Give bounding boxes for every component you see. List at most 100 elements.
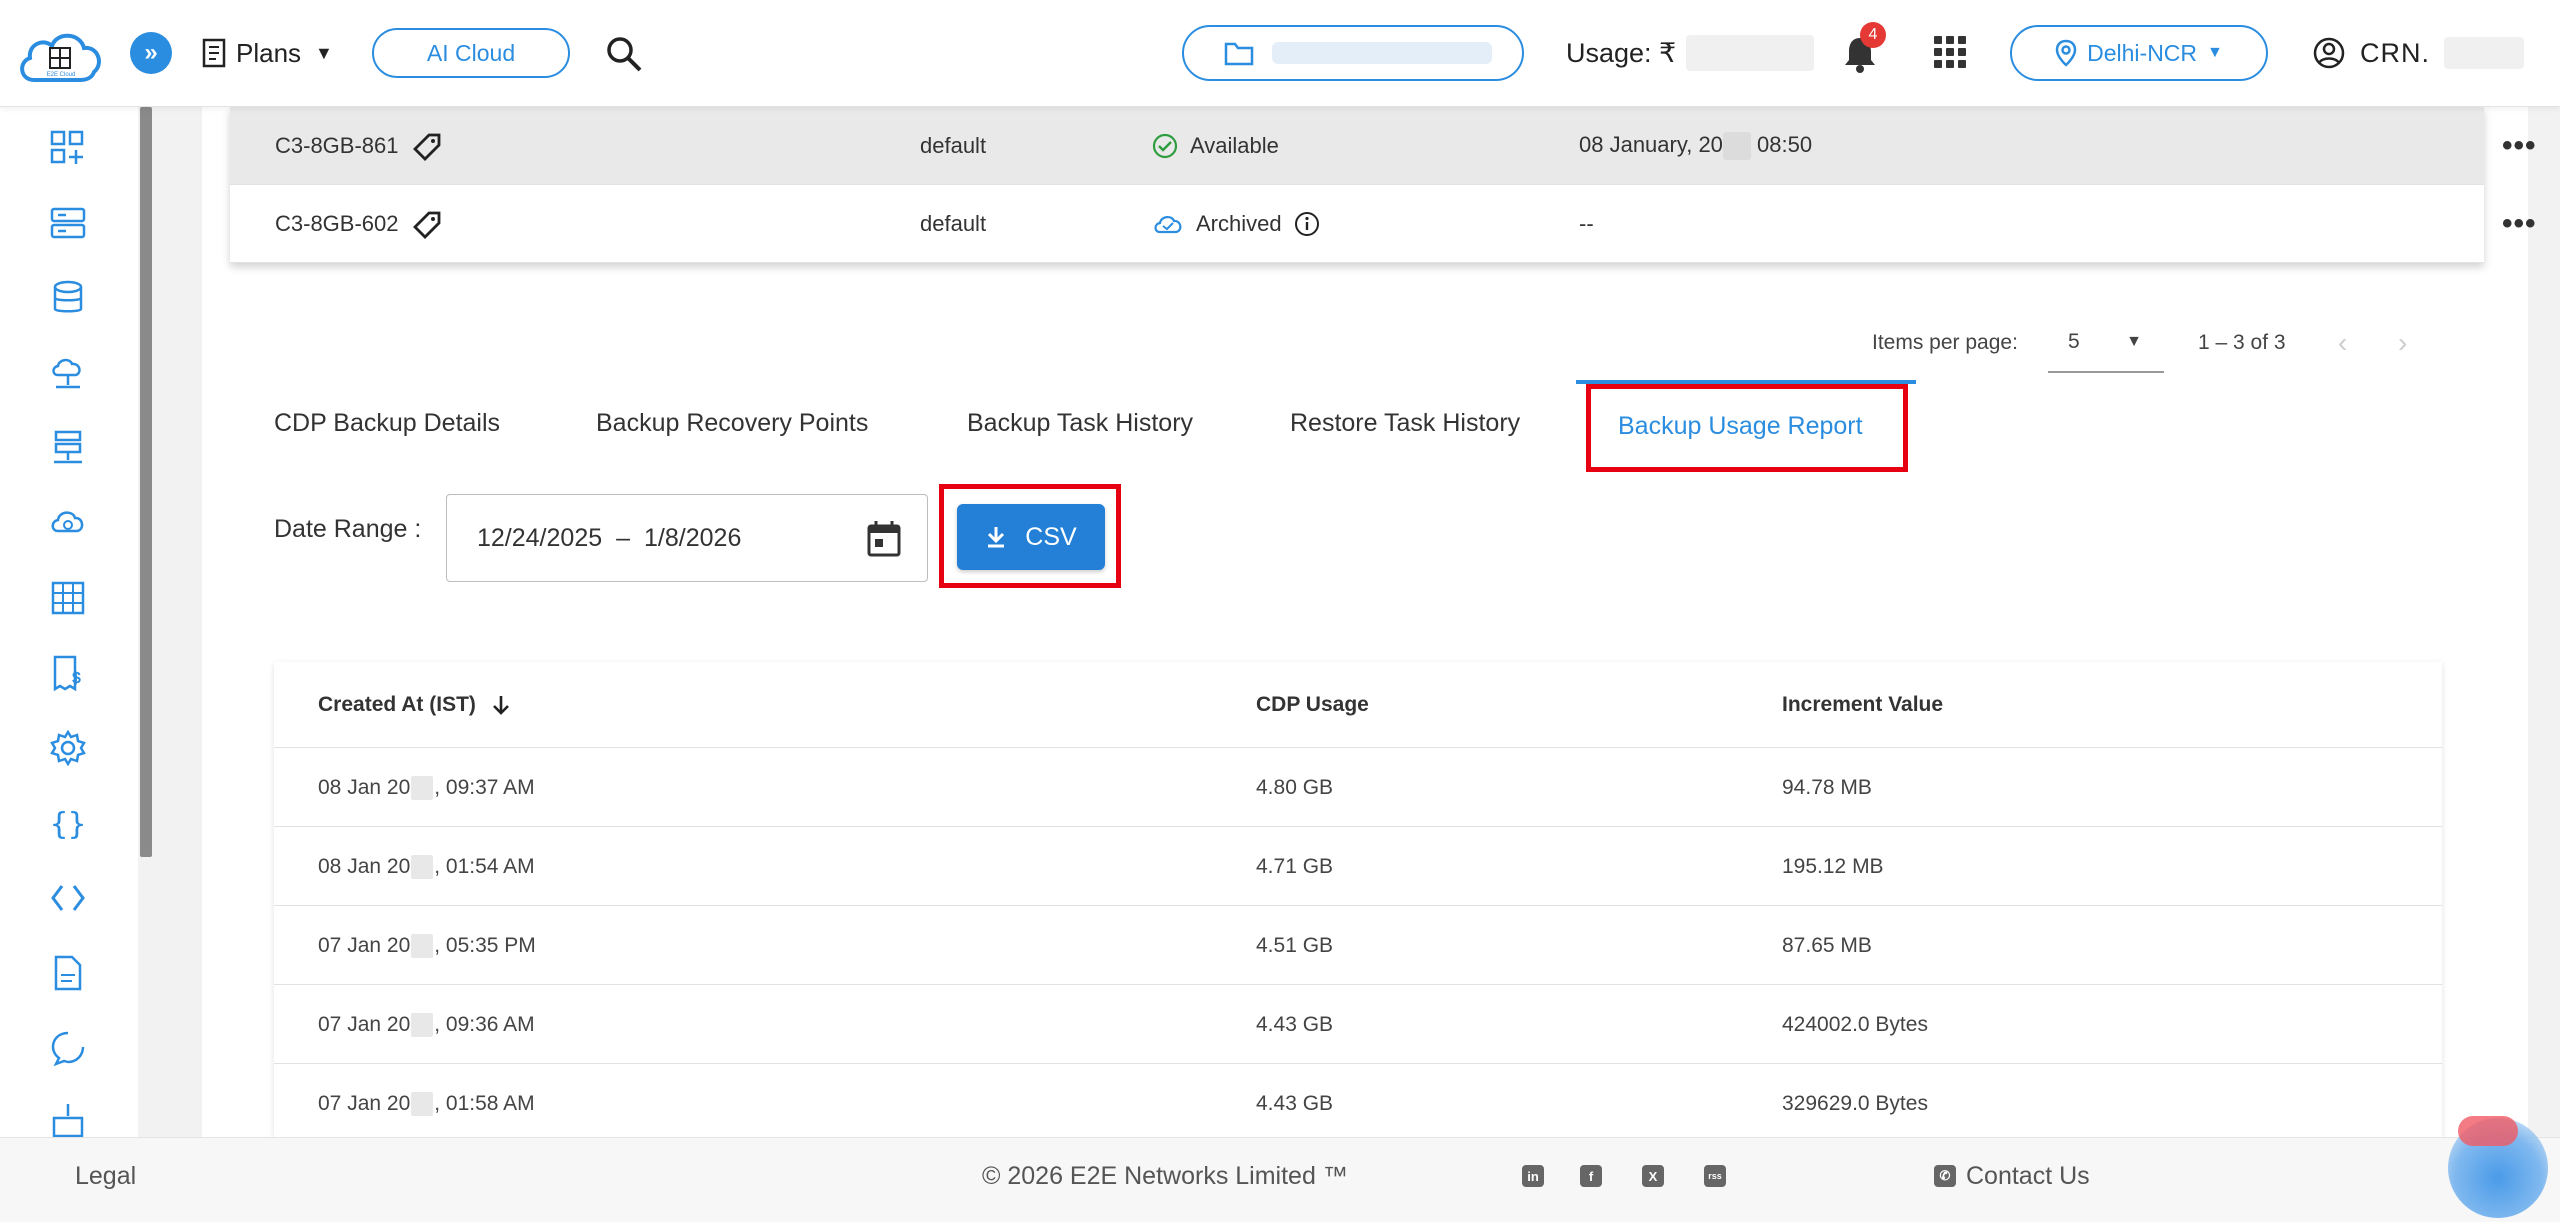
info-icon[interactable]: [1294, 211, 1320, 237]
instance-group: default: [920, 133, 987, 158]
date-separator: –: [616, 523, 631, 552]
code-brackets-icon[interactable]: [48, 878, 88, 918]
instance-date: 08 January, 20 08:50: [1579, 132, 1812, 161]
cloud-network-icon[interactable]: [48, 353, 88, 393]
copyright-text: © 2026 E2E Networks Limited ™: [982, 1161, 1348, 1190]
support-chat-icon[interactable]: [48, 1028, 88, 1068]
table-row[interactable]: C3-8GB-602 default Archived -- •••: [230, 185, 2536, 263]
previous-page-icon[interactable]: ‹: [2338, 313, 2347, 373]
x-twitter-icon[interactable]: X: [1642, 1165, 1664, 1187]
instance-group: default: [920, 211, 987, 236]
ai-cloud-button[interactable]: AI Cloud: [372, 28, 570, 78]
footer: Legal © 2026 E2E Networks Limited ™ in f…: [0, 1137, 2560, 1222]
document-icon[interactable]: [48, 953, 88, 993]
e2e-cloud-logo[interactable]: E2E Cloud: [16, 24, 106, 90]
instance-name: C3-8GB-861: [275, 133, 399, 158]
account-menu[interactable]: CRN.: [2312, 30, 2524, 76]
table-row[interactable]: 08 Jan 20, 09:37 AM 4.80 GB 94.78 MB: [274, 748, 2442, 827]
crn-value-redacted: [2444, 37, 2524, 69]
items-per-page-select[interactable]: 5 ▼: [2048, 313, 2164, 373]
billing-icon[interactable]: $: [48, 653, 88, 693]
table-row[interactable]: C3-8GB-861 default Available 08 January,…: [230, 107, 2536, 185]
usage-value-redacted: [1686, 35, 1815, 71]
instances-table: C3-8GB-861 default Available 08 January,…: [230, 107, 2536, 263]
caret-down-icon: ▼: [2207, 44, 2223, 61]
check-circle-icon: [1152, 133, 1178, 159]
contact-us-link[interactable]: ✆ Contact Us: [1934, 1138, 2090, 1214]
linkedin-icon[interactable]: in: [1522, 1165, 1544, 1187]
deploy-icon[interactable]: [48, 1100, 88, 1140]
highlight-box-csv: [939, 484, 1121, 588]
cloud-check-icon: [1154, 216, 1182, 234]
cloud-sync-icon[interactable]: [48, 503, 88, 543]
double-chevron-right-icon: »: [144, 39, 158, 66]
location-pin-icon: [2055, 39, 2077, 67]
region-selector[interactable]: Delhi-NCR ▼: [2010, 25, 2268, 81]
plans-label: Plans: [236, 37, 302, 68]
table-row[interactable]: 07 Jan 20, 09:36 AM 4.43 GB 424002.0 Byt…: [274, 985, 2442, 1064]
column-increment-value: Increment Value: [1782, 693, 1944, 716]
table-row[interactable]: 07 Jan 20, 05:35 PM 4.51 GB 87.65 MB: [274, 906, 2442, 985]
column-created-at[interactable]: Created At (IST): [318, 662, 512, 748]
calendar-icon[interactable]: [865, 519, 903, 559]
column-cdp-usage: CDP Usage: [1256, 693, 1369, 716]
search-icon[interactable]: [604, 34, 644, 74]
network-servers-icon[interactable]: [48, 428, 88, 468]
chat-widget-badge: [2458, 1116, 2518, 1146]
notification-badge: 4: [1860, 22, 1886, 48]
project-selector[interactable]: [1182, 25, 1524, 81]
usage-display: Usage: ₹: [1566, 30, 1815, 76]
instance-date: --: [1579, 211, 1594, 236]
next-page-icon[interactable]: ›: [2398, 313, 2407, 373]
highlight-box-tab: [1586, 384, 1908, 472]
sidebar: $ {}: [0, 107, 138, 1140]
usage-label: Usage: ₹: [1566, 37, 1677, 68]
instance-status: Available: [1190, 133, 1279, 158]
date-start: 12/24/2025: [477, 523, 603, 552]
crn-label: CRN.: [2360, 37, 2430, 68]
table-grid-icon[interactable]: [48, 578, 88, 618]
folder-icon: [1224, 42, 1254, 66]
server-icon[interactable]: [48, 203, 88, 243]
dashboard-add-icon[interactable]: [48, 128, 88, 168]
svg-text:E2E Cloud: E2E Cloud: [47, 72, 76, 78]
tab-backup-recovery-points[interactable]: Backup Recovery Points: [596, 380, 868, 466]
database-icon[interactable]: [48, 278, 88, 318]
date-range-picker[interactable]: 12/24/2025 – 1/8/2026: [446, 494, 928, 582]
more-actions-icon[interactable]: •••: [2502, 185, 2537, 263]
date-end: 1/8/2026: [644, 523, 742, 552]
edit-tag-icon[interactable]: [411, 207, 445, 241]
pagination-range: 1 – 3 of 3: [2198, 331, 2286, 354]
svg-text:$: $: [72, 670, 81, 687]
edit-tag-icon[interactable]: [411, 129, 445, 163]
phone-icon: ✆: [1934, 1165, 1956, 1187]
table-row[interactable]: 07 Jan 20, 01:58 AM 4.43 GB 329629.0 Byt…: [274, 1064, 2442, 1137]
legal-link[interactable]: Legal: [75, 1138, 136, 1214]
backup-usage-table: Created At (IST) CDP Usage Increment Val…: [274, 662, 2442, 1137]
items-per-page-label: Items per page:: [1872, 331, 2018, 354]
curly-braces-icon[interactable]: {}: [48, 803, 88, 843]
plans-menu[interactable]: Plans ▼: [200, 32, 333, 74]
top-bar: E2E Cloud » Plans ▼ AI Cloud Usage: ₹ 4: [0, 0, 2560, 107]
region-label: Delhi-NCR: [2087, 39, 2198, 66]
project-name-redacted: [1272, 42, 1492, 64]
caret-down-icon: ▼: [2126, 333, 2142, 350]
table-row[interactable]: 08 Jan 20, 01:54 AM 4.71 GB 195.12 MB: [274, 827, 2442, 906]
table-header: Created At (IST) CDP Usage Increment Val…: [274, 662, 2442, 748]
date-range-label: Date Range :: [274, 515, 422, 543]
user-circle-icon: [2313, 37, 2345, 69]
apps-grid-icon[interactable]: [1934, 36, 1966, 68]
facebook-icon[interactable]: f: [1580, 1165, 1602, 1187]
expand-sidebar-button[interactable]: »: [130, 32, 172, 74]
tab-backup-task-history[interactable]: Backup Task History: [967, 380, 1193, 466]
sidebar-scrollbar[interactable]: [140, 107, 152, 857]
tab-restore-task-history[interactable]: Restore Task History: [1290, 380, 1520, 466]
rss-icon[interactable]: rss: [1704, 1165, 1726, 1187]
instance-name: C3-8GB-602: [275, 211, 399, 236]
more-actions-icon[interactable]: •••: [2502, 107, 2537, 185]
tab-cdp-backup-details[interactable]: CDP Backup Details: [274, 380, 500, 466]
sort-arrow-down-icon[interactable]: [490, 693, 512, 717]
plans-icon: [202, 38, 226, 68]
settings-gear-icon[interactable]: [48, 728, 88, 768]
svg-text:{}: {}: [50, 807, 86, 842]
